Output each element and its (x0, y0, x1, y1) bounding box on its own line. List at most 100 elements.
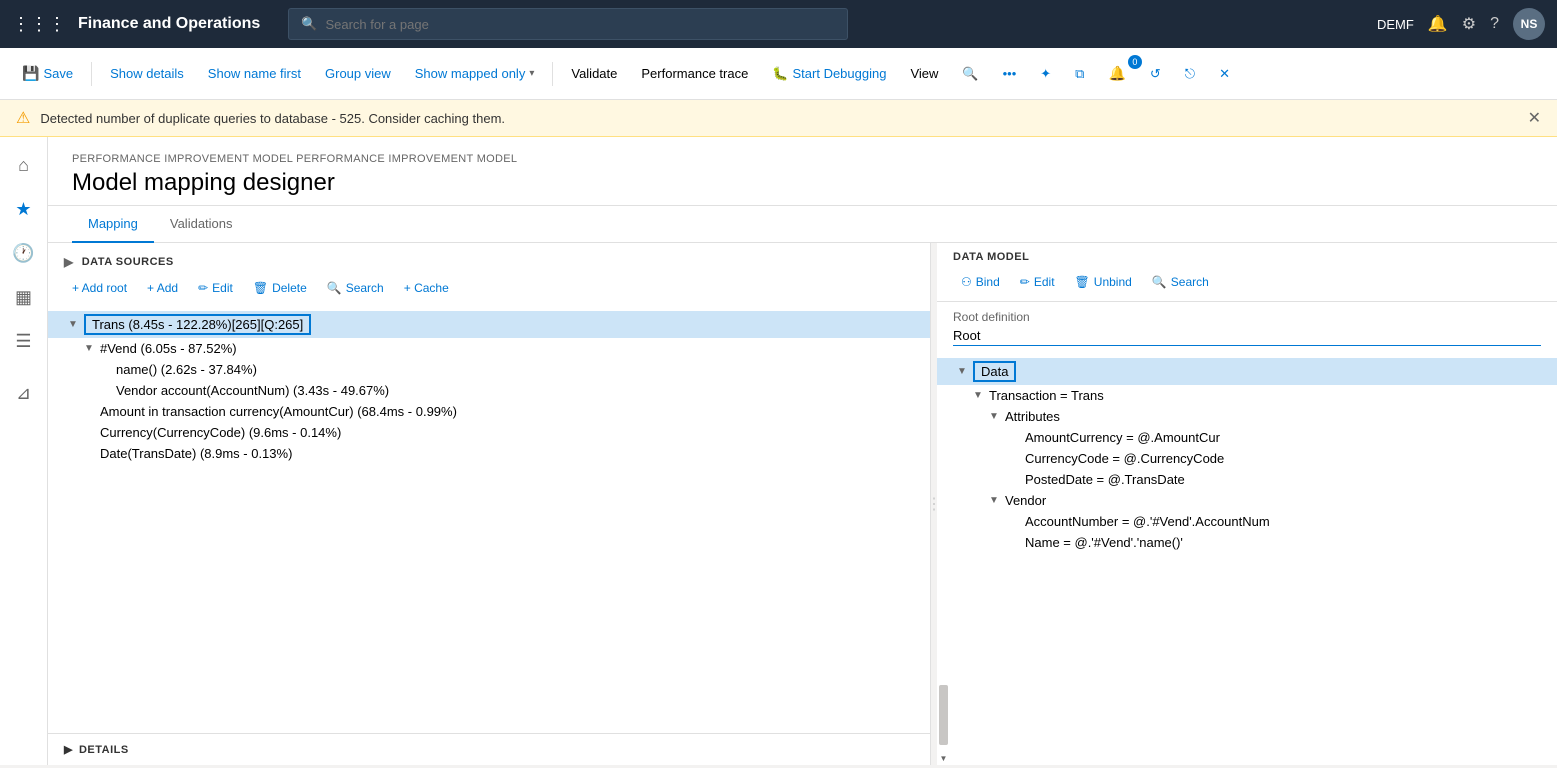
delete-button[interactable]: 🗑 Delete (245, 277, 315, 299)
dm-item-transaction[interactable]: ▼ Transaction = Trans (937, 385, 1557, 406)
bind-button[interactable]: ⚇ Bind (953, 271, 1008, 293)
tree-arrow[interactable]: ▼ (84, 343, 96, 354)
tree-arrow[interactable]: ▼ (989, 411, 1001, 422)
show-mapped-only-button[interactable]: Show mapped only ▾ (405, 60, 545, 87)
tree-item-currency[interactable]: Currency(CurrencyCode) (9.6ms - 0.14%) (48, 422, 930, 443)
tree-item-vend[interactable]: ▼ #Vend (6.05s - 87.52%) (48, 338, 930, 359)
settings-icon[interactable]: ⚙ (1462, 14, 1476, 34)
scroll-down-arrow[interactable]: ▼ (938, 754, 949, 763)
save-icon: 💾 (22, 65, 39, 82)
sidebar-recent-icon[interactable]: 🕐 (4, 233, 44, 273)
search-ds-button[interactable]: 🔍 Search (319, 277, 392, 299)
add-button[interactable]: + Add (139, 277, 186, 299)
tree-arrow (1009, 474, 1021, 485)
start-debugging-button[interactable]: 🐛 Start Debugging (762, 60, 896, 88)
dm-item-account-number[interactable]: AccountNumber = @.'#Vend'.AccountNum (937, 511, 1557, 532)
validate-button[interactable]: Validate (561, 60, 627, 87)
pane-toggle-arrow[interactable]: ▶ (64, 255, 74, 269)
warning-close-button[interactable]: ✕ (1528, 108, 1541, 128)
delete-icon: 🗑 (253, 281, 268, 295)
search-dm-button[interactable]: 🔍 Search (1144, 271, 1217, 293)
dm-item-amount-currency[interactable]: AmountCurrency = @.AmountCur (937, 427, 1557, 448)
tree-item-vendor-account[interactable]: Vendor account(AccountNum) (3.43s - 49.6… (48, 380, 930, 401)
search-icon: 🔍 (301, 16, 317, 32)
sidebar-home-icon[interactable]: ⌂ (4, 145, 44, 185)
tree-arrow[interactable]: ▼ (957, 366, 969, 377)
tree-arrow (84, 448, 96, 459)
edit-ds-button[interactable]: ✏ Edit (190, 277, 241, 299)
tree-arrow (1009, 453, 1021, 464)
dm-item-name[interactable]: Name = @.'#Vend'.'name()' (937, 532, 1557, 553)
show-details-button[interactable]: Show details (100, 60, 194, 87)
customize-button[interactable]: ✦ (1030, 60, 1061, 88)
app-title: Finance and Operations (78, 15, 260, 33)
customize-icon: ✦ (1040, 66, 1051, 82)
toolbar-separator (91, 62, 92, 86)
data-sources-header: ▶ DATA SOURCES (48, 243, 930, 273)
view-button[interactable]: View (900, 60, 948, 87)
sidebar-list-icon[interactable]: ☰ (4, 321, 44, 361)
dm-item-attributes[interactable]: ▼ Attributes (937, 406, 1557, 427)
sidebar-icons: ⌂ ★ 🕐 ▦ ☰ ⊿ (0, 137, 48, 765)
dm-item-posted-date[interactable]: PostedDate = @.TransDate (937, 469, 1557, 490)
cache-button[interactable]: + Cache (396, 277, 457, 299)
top-navigation: ⋮⋮⋮ Finance and Operations 🔍 DEMF 🔔 ⚙ ? … (0, 0, 1557, 48)
root-definition-value: Root (953, 326, 1541, 346)
save-button[interactable]: 💾 Save (12, 59, 83, 88)
extension-button[interactable]: ⧉ (1065, 60, 1094, 88)
page-title: Model mapping designer (72, 169, 1533, 197)
edit-dm-button[interactable]: ✏ Edit (1012, 271, 1063, 293)
tree-item-date[interactable]: Date(TransDate) (8.9ms - 0.13%) (48, 443, 930, 464)
tree-arrow (1009, 432, 1021, 443)
top-nav-right: DEMF 🔔 ⚙ ? NS (1377, 8, 1545, 40)
group-view-button[interactable]: Group view (315, 60, 401, 87)
dm-item-currency-code[interactable]: CurrencyCode = @.CurrencyCode (937, 448, 1557, 469)
grid-menu-icon[interactable]: ⋮⋮⋮ (12, 14, 66, 35)
alert-icon: 🔔 (1108, 65, 1125, 82)
sidebar-star-icon[interactable]: ★ (4, 189, 44, 229)
global-search-input[interactable] (325, 17, 835, 32)
ellipsis-icon: ••• (1003, 66, 1017, 81)
split-pane: ▶ DATA SOURCES + Add root + Add ✏ Edit (48, 243, 1557, 765)
close-button[interactable]: ✕ (1209, 60, 1240, 88)
tab-validations[interactable]: Validations (154, 206, 249, 243)
tree-arrow[interactable]: ▼ (989, 495, 1001, 506)
help-icon[interactable]: ? (1490, 15, 1499, 33)
tree-arrow[interactable]: ▼ (68, 319, 80, 330)
details-toggle-arrow[interactable]: ▶ (64, 743, 73, 756)
details-footer[interactable]: ▶ DETAILS (48, 733, 930, 765)
unbind-button[interactable]: 🗑 Unbind (1067, 271, 1140, 293)
notifications-icon[interactable]: 🔔 (1428, 14, 1448, 34)
filter-icon[interactable]: ⊿ (4, 373, 44, 413)
environment-label: DEMF (1377, 17, 1414, 32)
debug-icon: 🐛 (772, 66, 788, 82)
tabs: Mapping Validations (48, 206, 1557, 243)
tree-arrow (100, 385, 112, 396)
search-toolbar-button[interactable]: 🔍 (952, 60, 988, 88)
global-search-bar[interactable]: 🔍 (288, 8, 848, 40)
tree-arrow (1009, 516, 1021, 527)
scroll-thumb-bottom[interactable] (939, 685, 948, 745)
data-model-tree: ▼ Data ▼ Transaction = Trans ▼ Attribute… (937, 354, 1557, 765)
content-area: PERFORMANCE IMPROVEMENT MODEL PERFORMANC… (48, 137, 1557, 765)
tree-item-name[interactable]: name() (2.62s - 37.84%) (48, 359, 930, 380)
add-root-button[interactable]: + Add root (64, 277, 135, 299)
show-name-first-button[interactable]: Show name first (198, 60, 311, 87)
dm-item-data[interactable]: ▼ Data (937, 358, 1557, 385)
performance-trace-button[interactable]: Performance trace (631, 60, 758, 87)
sidebar-table-icon[interactable]: ▦ (4, 277, 44, 317)
user-avatar[interactable]: NS (1513, 8, 1545, 40)
tab-mapping[interactable]: Mapping (72, 206, 154, 243)
badge-count: 0 (1128, 55, 1142, 69)
data-sources-tree: ▼ Trans (8.45s - 122.28%)[265][Q:265] ▼ … (48, 307, 930, 733)
popout-button[interactable]: ⎋ (1175, 60, 1205, 88)
data-sources-label: DATA SOURCES (82, 256, 174, 268)
tree-arrow[interactable]: ▼ (973, 390, 985, 401)
more-options-button[interactable]: ••• (993, 60, 1027, 87)
tree-item-trans[interactable]: ▼ Trans (8.45s - 122.28%)[265][Q:265] (48, 311, 930, 338)
tree-item-amount[interactable]: Amount in transaction currency(AmountCur… (48, 401, 930, 422)
popout-icon: ⎋ (1185, 66, 1195, 82)
refresh-button[interactable]: ↺ (1140, 60, 1171, 88)
dm-item-vendor[interactable]: ▼ Vendor (937, 490, 1557, 511)
badge-button[interactable]: 🔔 0 (1098, 59, 1135, 88)
